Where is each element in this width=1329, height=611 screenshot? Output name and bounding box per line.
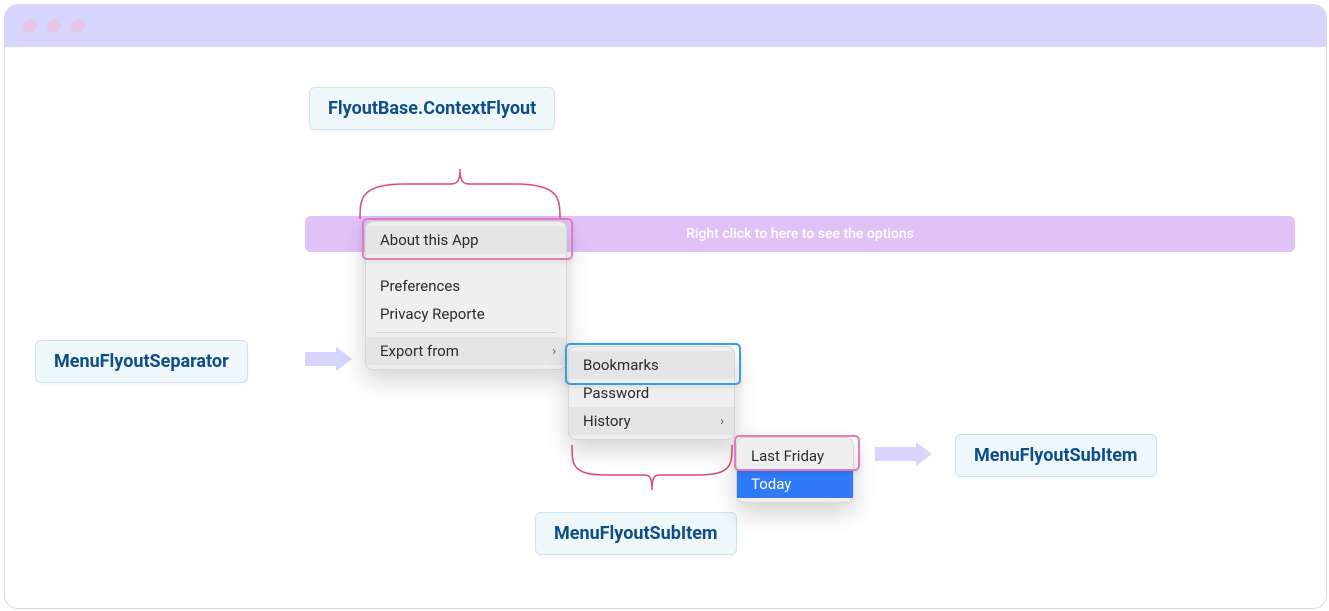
label-flyoutbase-contextflyout: FlyoutBase.ContextFlyout <box>309 87 555 130</box>
menu-item-preferences[interactable]: Preferences <box>366 272 566 300</box>
menu-item-export[interactable]: Export from › <box>366 337 566 365</box>
label-text: MenuFlyoutSeparator <box>54 351 229 372</box>
label-text: FlyoutBase.ContextFlyout <box>328 98 536 119</box>
window-dot-zoom[interactable] <box>71 19 85 33</box>
chevron-right-icon: › <box>720 414 724 428</box>
chevron-right-icon: › <box>552 344 556 358</box>
menu-item-today[interactable]: Today <box>737 470 853 498</box>
arrow-subitem-right <box>875 447 920 461</box>
brace-top <box>355 139 565 219</box>
context-menu-1: About this App Preferences Privacy Repor… <box>365 221 567 370</box>
menu-item-label: Privacy Reporte <box>380 305 485 323</box>
titlebar <box>5 5 1326 47</box>
menu-item-label: Preferences <box>380 277 460 295</box>
menu-item-bookmarks[interactable]: Bookmarks <box>569 351 734 379</box>
menu-item-about[interactable]: About this App <box>366 226 566 254</box>
menu-separator <box>376 332 556 333</box>
menu-item-label: History <box>583 412 631 430</box>
menu-item-label: Password <box>583 384 649 402</box>
label-text: MenuFlyoutSubItem <box>554 523 718 544</box>
menu-item-privacy[interactable]: Privacy Reporte <box>366 300 566 328</box>
label-menuflyoutsubitem-bottom: MenuFlyoutSubItem <box>535 512 737 555</box>
menu-item-label: Last Friday <box>751 447 824 465</box>
arrow-separator <box>305 352 340 366</box>
context-area-hint: Right click to here to see the options <box>686 226 914 242</box>
app-window: Right click to here to see the options F… <box>4 4 1327 609</box>
menu-item-history[interactable]: History › <box>569 407 734 435</box>
label-menuflyoutsubitem-right: MenuFlyoutSubItem <box>955 434 1157 477</box>
menu-item-password[interactable]: Password <box>569 379 734 407</box>
brace-bottom <box>567 445 737 500</box>
menu-item-label: Export from <box>380 342 459 360</box>
context-menu-2: Bookmarks Password History › <box>568 346 735 440</box>
menu-item-label: About this App <box>380 231 479 249</box>
menu-item-label: Today <box>751 475 791 493</box>
label-menuflyoutseparator: MenuFlyoutSeparator <box>35 340 248 383</box>
menu-item-label: Bookmarks <box>583 356 659 374</box>
window-dot-close[interactable] <box>23 19 37 33</box>
diagram-canvas: Right click to here to see the options F… <box>5 47 1326 608</box>
label-text: MenuFlyoutSubItem <box>974 445 1138 466</box>
window-dot-minimize[interactable] <box>47 19 61 33</box>
context-menu-3: Last Friday Today <box>736 437 854 503</box>
menu-item-last-friday[interactable]: Last Friday <box>737 442 853 470</box>
